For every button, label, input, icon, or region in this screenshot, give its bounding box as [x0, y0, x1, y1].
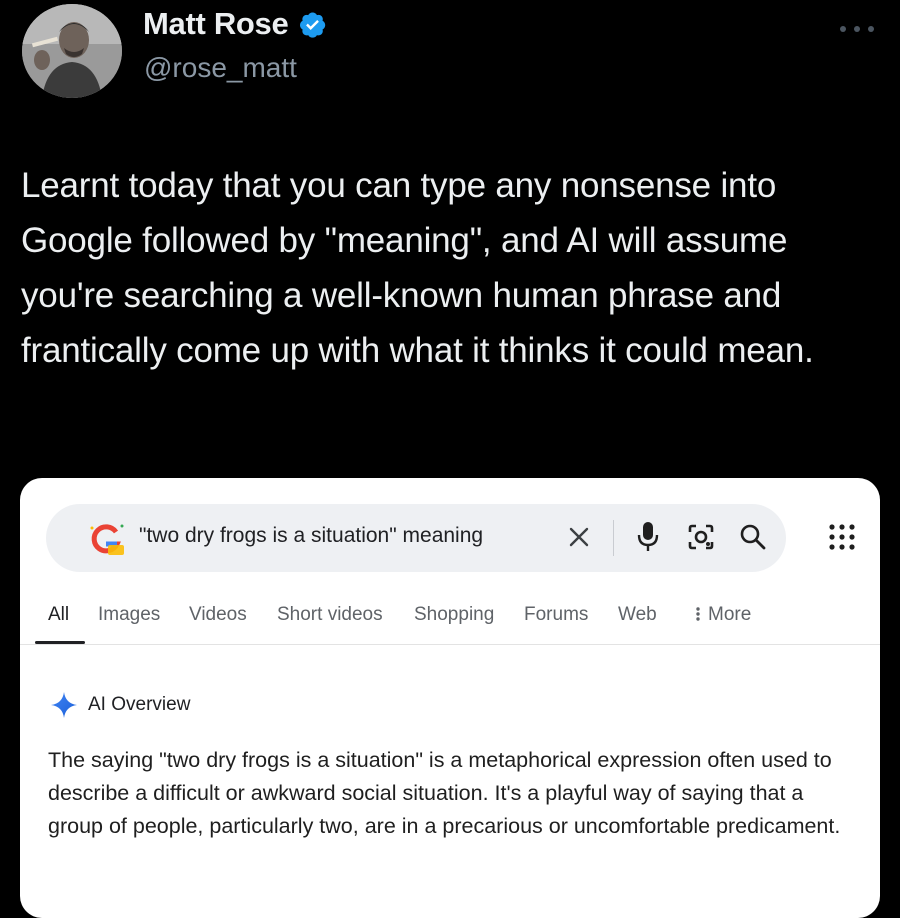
tab-more[interactable]: More: [694, 604, 751, 626]
avatar-photo: [22, 4, 122, 98]
search-divider: [613, 520, 614, 556]
tweet-text: Learnt today that you can type any nonse…: [21, 166, 814, 370]
tab-all[interactable]: All: [48, 604, 69, 626]
tab-short-videos[interactable]: Short videos: [277, 604, 383, 626]
search-input[interactable]: "two dry frogs is a situation" meaning: [139, 524, 483, 548]
tab-shopping[interactable]: Shopping: [414, 604, 494, 626]
more-options-icon[interactable]: [836, 22, 878, 36]
tab-images[interactable]: Images: [98, 604, 160, 626]
author-handle[interactable]: @rose_matt: [144, 52, 297, 84]
search-bar[interactable]: "two dry frogs is a situation" meaning: [46, 504, 786, 572]
ai-overview-label: AI Overview: [88, 694, 191, 715]
search-icon[interactable]: [738, 522, 768, 552]
sparkle-icon: [51, 692, 77, 718]
author-name[interactable]: Matt Rose: [143, 6, 289, 42]
google-logo-icon: [90, 524, 124, 555]
tabs-divider: [20, 644, 880, 645]
attached-image[interactable]: "two dry frogs is a situation" meaning A…: [20, 478, 880, 918]
ai-overview-header: AI Overview: [50, 691, 190, 719]
tab-videos[interactable]: Videos: [189, 604, 247, 626]
author-row: Matt Rose: [143, 6, 327, 42]
verified-badge-icon: [300, 12, 326, 38]
microphone-icon[interactable]: [636, 520, 660, 554]
vertical-dots-icon: [696, 607, 700, 621]
lens-camera-icon[interactable]: [686, 522, 716, 552]
tab-more-label: More: [708, 604, 752, 625]
tab-forums[interactable]: Forums: [524, 604, 588, 626]
search-tabs: All Images Videos Short videos Shopping …: [20, 604, 880, 644]
tab-web[interactable]: Web: [618, 604, 657, 626]
apps-grid-icon[interactable]: [829, 524, 855, 550]
ai-overview-text: The saying "two dry frogs is a situation…: [48, 748, 841, 838]
close-icon[interactable]: [566, 524, 592, 550]
avatar[interactable]: [22, 4, 122, 98]
